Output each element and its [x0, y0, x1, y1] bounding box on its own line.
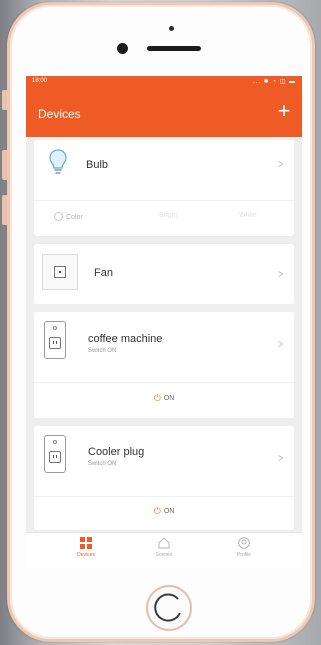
tab-scenes[interactable]: Scenes	[134, 537, 194, 558]
device-name: Cooler plug	[88, 446, 145, 458]
volume-down-button	[2, 195, 7, 225]
add-device-button[interactable]: +	[274, 100, 294, 122]
home-button[interactable]	[146, 585, 192, 631]
bulb-controls: Color Bright White	[34, 200, 294, 234]
power-icon: ⏻	[153, 393, 161, 403]
chevron-right-icon[interactable]: >	[278, 267, 283, 281]
device-card-coffee-machine[interactable]: coffee machine Switch ON > ⏻ ON	[34, 312, 294, 418]
device-name: Fan	[94, 267, 113, 279]
toggle-row: ⏻ ON	[34, 498, 294, 526]
chevron-right-icon[interactable]: >	[278, 157, 283, 171]
volume-up-button	[2, 150, 7, 180]
power-toggle[interactable]: ⏻ ON	[154, 506, 175, 517]
proximity-sensor	[169, 26, 174, 31]
page-title: Devices	[38, 107, 81, 121]
plug-icon	[44, 321, 66, 359]
device-status: Switch ON	[88, 348, 117, 354]
status-icons: ... ✱ ◔ ◫ ▬	[253, 79, 296, 85]
chevron-right-icon[interactable]: >	[278, 451, 283, 465]
status-time: 18:00	[32, 78, 48, 84]
device-name: Bulb	[86, 159, 109, 171]
home-outline-icon	[158, 537, 170, 549]
grid-icon	[80, 537, 92, 549]
device-card-bulb[interactable]: Bulb > Color Bright White	[34, 140, 294, 236]
bright-control[interactable]: Bright	[159, 212, 177, 219]
home-button-icon	[154, 593, 181, 622]
card-divider	[34, 496, 294, 497]
status-bar: 18:00 ... ✱ ◔ ◫ ▬	[26, 76, 302, 87]
profile-icon	[238, 537, 250, 549]
app-header: Devices +	[26, 87, 302, 137]
chevron-right-icon[interactable]: >	[278, 337, 283, 351]
plug-icon	[44, 435, 66, 473]
card-divider	[34, 382, 294, 383]
app-screen: 18:00 ... ✱ ◔ ◫ ▬ Devices + Bulb > Color…	[26, 76, 302, 570]
mute-switch	[2, 90, 7, 110]
power-icon: ⏻	[153, 506, 161, 516]
device-name: coffee machine	[88, 333, 163, 345]
color-circle-icon	[54, 212, 63, 221]
bulb-icon	[49, 149, 67, 174]
device-card-cooler-plug[interactable]: Cooler plug Switch ON > ⏻ ON	[34, 426, 294, 530]
device-status: Switch ON	[88, 461, 117, 467]
tab-devices[interactable]: Devices	[56, 537, 116, 558]
tab-profile[interactable]: Profile	[214, 537, 274, 558]
earpiece-speaker	[147, 46, 201, 51]
device-card-fan[interactable]: Fan >	[34, 244, 294, 304]
tab-bar: Devices Scenes Profile	[26, 532, 302, 570]
front-camera	[117, 43, 128, 54]
white-control[interactable]: White	[239, 212, 257, 219]
color-control[interactable]: Color	[54, 212, 83, 221]
power-toggle[interactable]: ⏻ ON	[154, 393, 175, 404]
fan-icon	[42, 254, 78, 290]
toggle-row: ⏻ ON	[34, 385, 294, 413]
